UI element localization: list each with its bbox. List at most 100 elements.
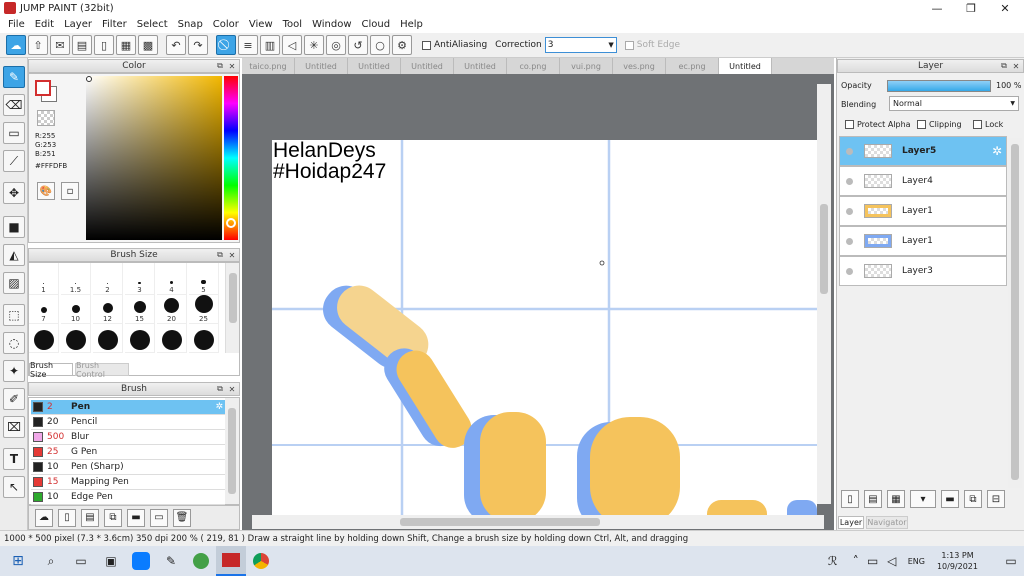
folder-icon[interactable]: ▬ [127,508,145,527]
menu-snap[interactable]: Snap [173,19,208,30]
person-icon[interactable]: ℛ [818,546,848,576]
brush-size-scrollbar[interactable] [225,263,239,353]
cloud-brush-icon[interactable]: ☁ [35,508,53,527]
settings-snap-icon[interactable]: ⚙ [392,35,412,55]
brush-size-cell[interactable]: 10 [61,292,91,324]
document-tab[interactable]: co.png [507,58,560,74]
new-raster-layer-icon[interactable]: ▤ [864,490,882,508]
fg-color-swatch[interactable] [35,80,51,96]
brush-size-cell[interactable]: 1 [29,263,59,295]
curve-snap-icon[interactable]: ↺ [348,35,368,55]
hue-slider[interactable] [224,76,238,240]
protect-alpha-checkbox[interactable] [845,120,854,129]
new-brush-icon[interactable]: ▯ [58,508,76,527]
document-tab[interactable]: vui.png [560,58,613,74]
brush-size-cell[interactable] [29,321,59,353]
grid-icon[interactable]: ▩ [138,35,158,55]
menu-view[interactable]: View [244,19,278,30]
magic-wand-tool-icon[interactable]: ✦ [3,360,25,382]
layer-row[interactable]: Layer3 [839,256,1007,286]
menu-file[interactable]: File [3,19,30,30]
card-icon[interactable]: ▤ [72,35,92,55]
canvas-sheet[interactable]: HelanDeys #Hoidap247 [272,140,817,516]
blending-select[interactable]: Normal ▼ [889,96,1019,111]
visibility-icon[interactable] [846,148,853,155]
correction-select[interactable]: 3 ▼ [544,37,617,53]
cross-snap-icon[interactable]: ▥ [260,35,280,55]
text-tool-icon[interactable]: T [3,448,25,470]
document-tab[interactable]: Untitled [295,58,348,74]
menu-layer[interactable]: Layer [59,19,97,30]
float-icon[interactable]: ⧉ [215,61,225,71]
rectangle-tool-icon[interactable]: ▭ [3,122,25,144]
menu-help[interactable]: Help [395,19,428,30]
radial-snap-icon[interactable]: ✳ [304,35,324,55]
float-icon[interactable]: ⧉ [215,384,225,394]
brush-size-cell[interactable]: 7 [29,292,59,324]
document-tab[interactable]: Untitled [401,58,454,74]
document-tab[interactable]: Untitled [454,58,507,74]
close-icon[interactable]: ✕ [227,61,237,71]
cloud-icon[interactable]: ☁ [6,35,26,55]
tab-layer[interactable]: Layer [838,516,864,529]
close-icon[interactable]: ✕ [227,250,237,260]
notification-icon[interactable]: ▭ [998,546,1024,576]
layer-row[interactable]: Layer4 [839,166,1007,196]
brush-item[interactable]: 25 G Pen [31,445,225,460]
opacity-slider[interactable] [887,80,991,92]
line-tool-icon[interactable]: ⟋ [3,150,25,172]
layer-row[interactable]: Layer1 [839,196,1007,226]
visibility-icon[interactable] [846,178,853,185]
float-icon[interactable]: ⧉ [215,250,225,260]
merge-layer-icon[interactable]: ⊟ [987,490,1005,508]
brush-size-cell[interactable]: 25 [189,292,219,324]
brush-item[interactable]: 10 Edge Pen [31,490,225,505]
network-icon[interactable]: ▭ [864,546,882,576]
search-icon[interactable]: ⌕ [36,546,66,576]
float-icon[interactable]: ⧉ [999,61,1009,71]
close-icon[interactable]: ✕ [227,384,237,394]
chevron-up-icon[interactable]: ˄ [848,546,864,576]
saturation-value-picker[interactable] [86,76,222,240]
gear-icon[interactable]: ✲ [215,402,223,412]
document-tab[interactable]: Untitled [348,58,401,74]
soft-edge-checkbox[interactable] [624,40,634,50]
new-text-layer-icon[interactable]: ▦ [887,490,905,508]
page-icon[interactable]: ▯ [94,35,114,55]
brush-size-cell[interactable] [61,321,91,353]
new-layer-icon[interactable]: ▯ [841,490,859,508]
document-tab[interactable]: ec.png [666,58,719,74]
close-button[interactable]: ✕ [988,0,1022,16]
layer-row[interactable]: Layer1 [839,226,1007,256]
close-icon[interactable]: ✕ [1011,61,1021,71]
brush-list-scrollbar[interactable] [225,398,239,504]
redo-icon[interactable]: ↷ [188,35,208,55]
bucket-tool-icon[interactable]: ◭ [3,244,25,266]
move-tool-icon[interactable]: ✥ [3,182,25,204]
comment-icon[interactable]: ✉ [50,35,70,55]
menu-cloud[interactable]: Cloud [357,19,396,30]
brush-window-icon[interactable]: ▭ [150,508,168,527]
tab-brush-control[interactable]: Brush Control [75,361,129,379]
volume-icon[interactable]: ◁ [882,546,902,576]
brush-item[interactable]: 10 Pen (Sharp) [31,460,225,475]
document-tab[interactable]: ves.png [613,58,666,74]
vanish-snap-icon[interactable]: ◁ [282,35,302,55]
menu-color[interactable]: Color [208,19,244,30]
lasso-tool-icon[interactable]: ◌ [3,332,25,354]
brush-size-cell[interactable]: 20 [157,292,187,324]
brush-size-cell[interactable] [157,321,187,353]
menu-tool[interactable]: Tool [278,19,307,30]
brush-size-cell[interactable]: 5 [189,263,219,295]
windows-start-icon[interactable]: ⊞ [0,546,36,576]
paint-icon[interactable]: ✎ [156,546,186,576]
undo-icon[interactable]: ↶ [166,35,186,55]
canvas-horizontal-scrollbar[interactable] [252,515,824,529]
lock-checkbox[interactable] [973,120,982,129]
operation-tool-icon[interactable]: ↖ [3,476,25,498]
menu-filter[interactable]: Filter [97,19,132,30]
chrome-icon[interactable] [246,546,276,576]
layer-scrollbar[interactable] [1008,138,1022,488]
trash-icon[interactable]: 🗑 [173,508,191,527]
folder-icon[interactable]: ▬ [941,490,959,508]
